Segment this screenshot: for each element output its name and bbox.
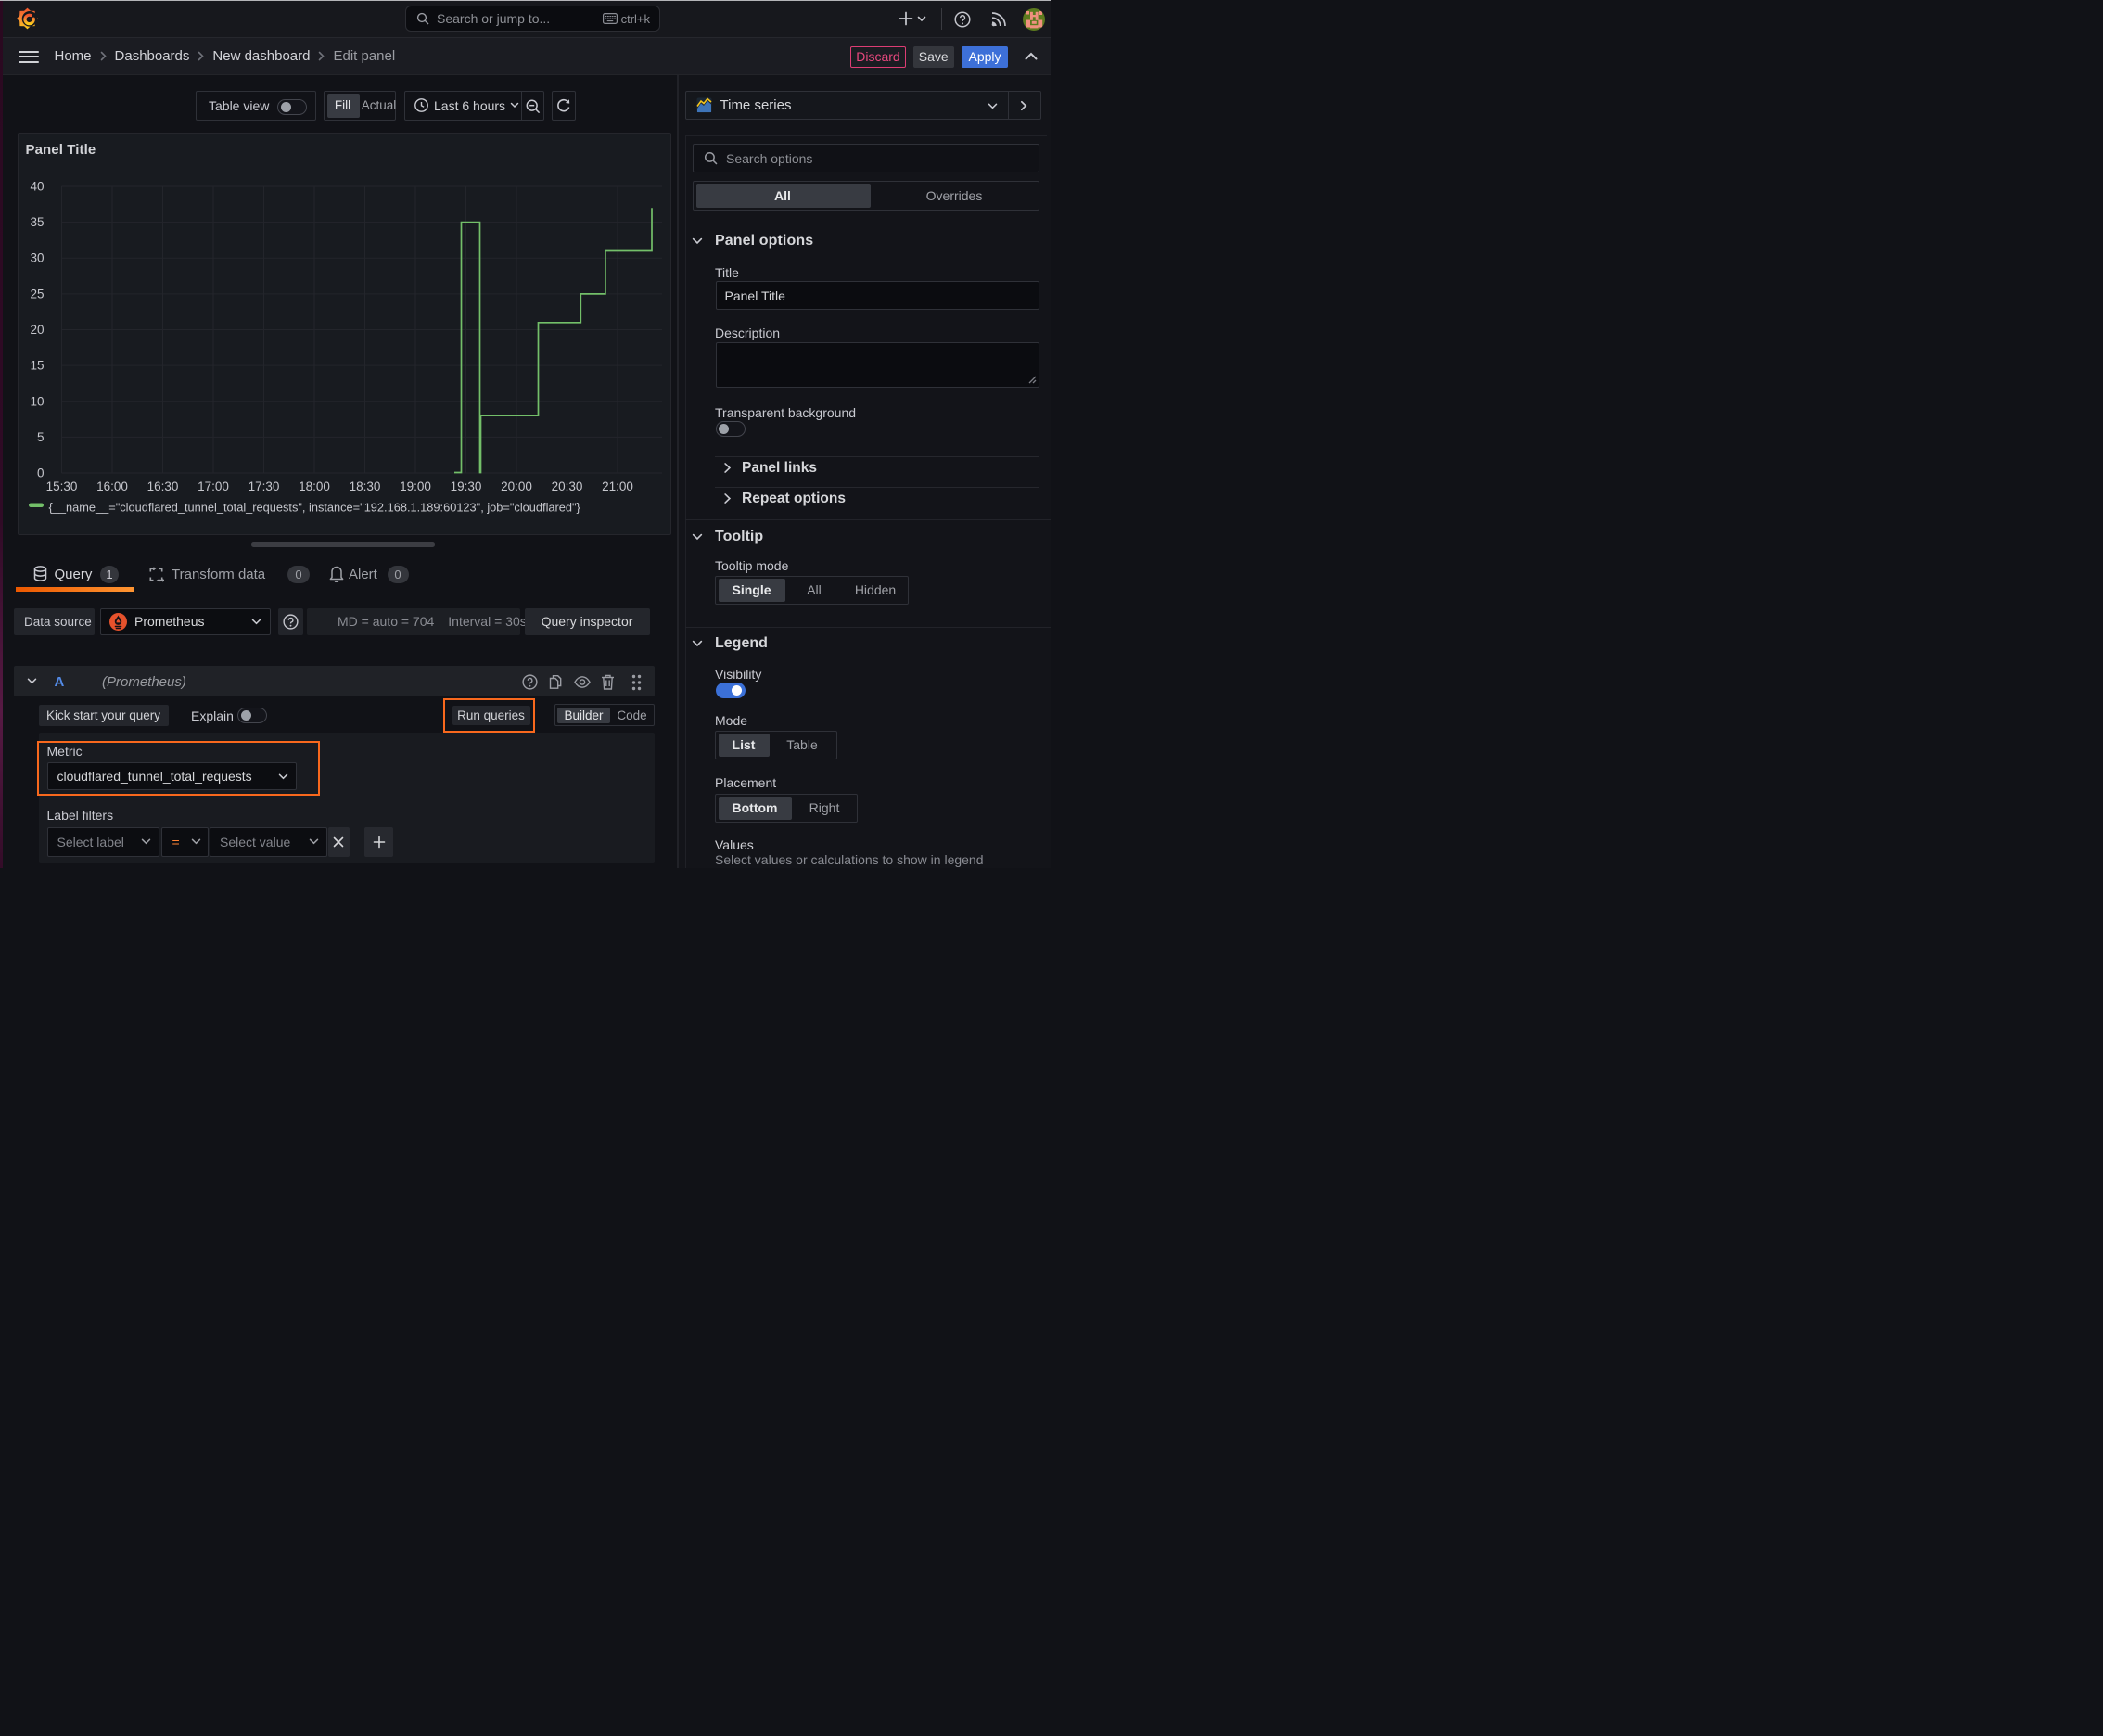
svg-text:30: 30 [30,250,44,264]
svg-text:25: 25 [30,287,44,300]
svg-text:19:00: 19:00 [400,479,431,493]
svg-text:21:00: 21:00 [602,479,633,493]
svg-text:10: 10 [30,394,44,408]
svg-text:16:00: 16:00 [96,479,128,493]
svg-text:18:00: 18:00 [299,479,330,493]
svg-text:5: 5 [36,429,44,443]
svg-text:{__name__="cloudflared_tunnel_: {__name__="cloudflared_tunnel_total_requ… [48,500,580,514]
svg-text:18:30: 18:30 [349,479,380,493]
svg-text:20: 20 [30,323,44,337]
svg-text:40: 40 [30,179,44,193]
svg-text:16:30: 16:30 [147,479,178,493]
svg-text:20:30: 20:30 [551,479,582,493]
svg-text:15: 15 [30,358,44,372]
svg-text:35: 35 [30,215,44,229]
svg-text:20:00: 20:00 [501,479,532,493]
svg-text:15:30: 15:30 [45,479,77,493]
svg-text:17:00: 17:00 [198,479,229,493]
svg-text:0: 0 [36,466,44,479]
svg-text:19:30: 19:30 [450,479,481,493]
svg-text:17:30: 17:30 [248,479,279,493]
